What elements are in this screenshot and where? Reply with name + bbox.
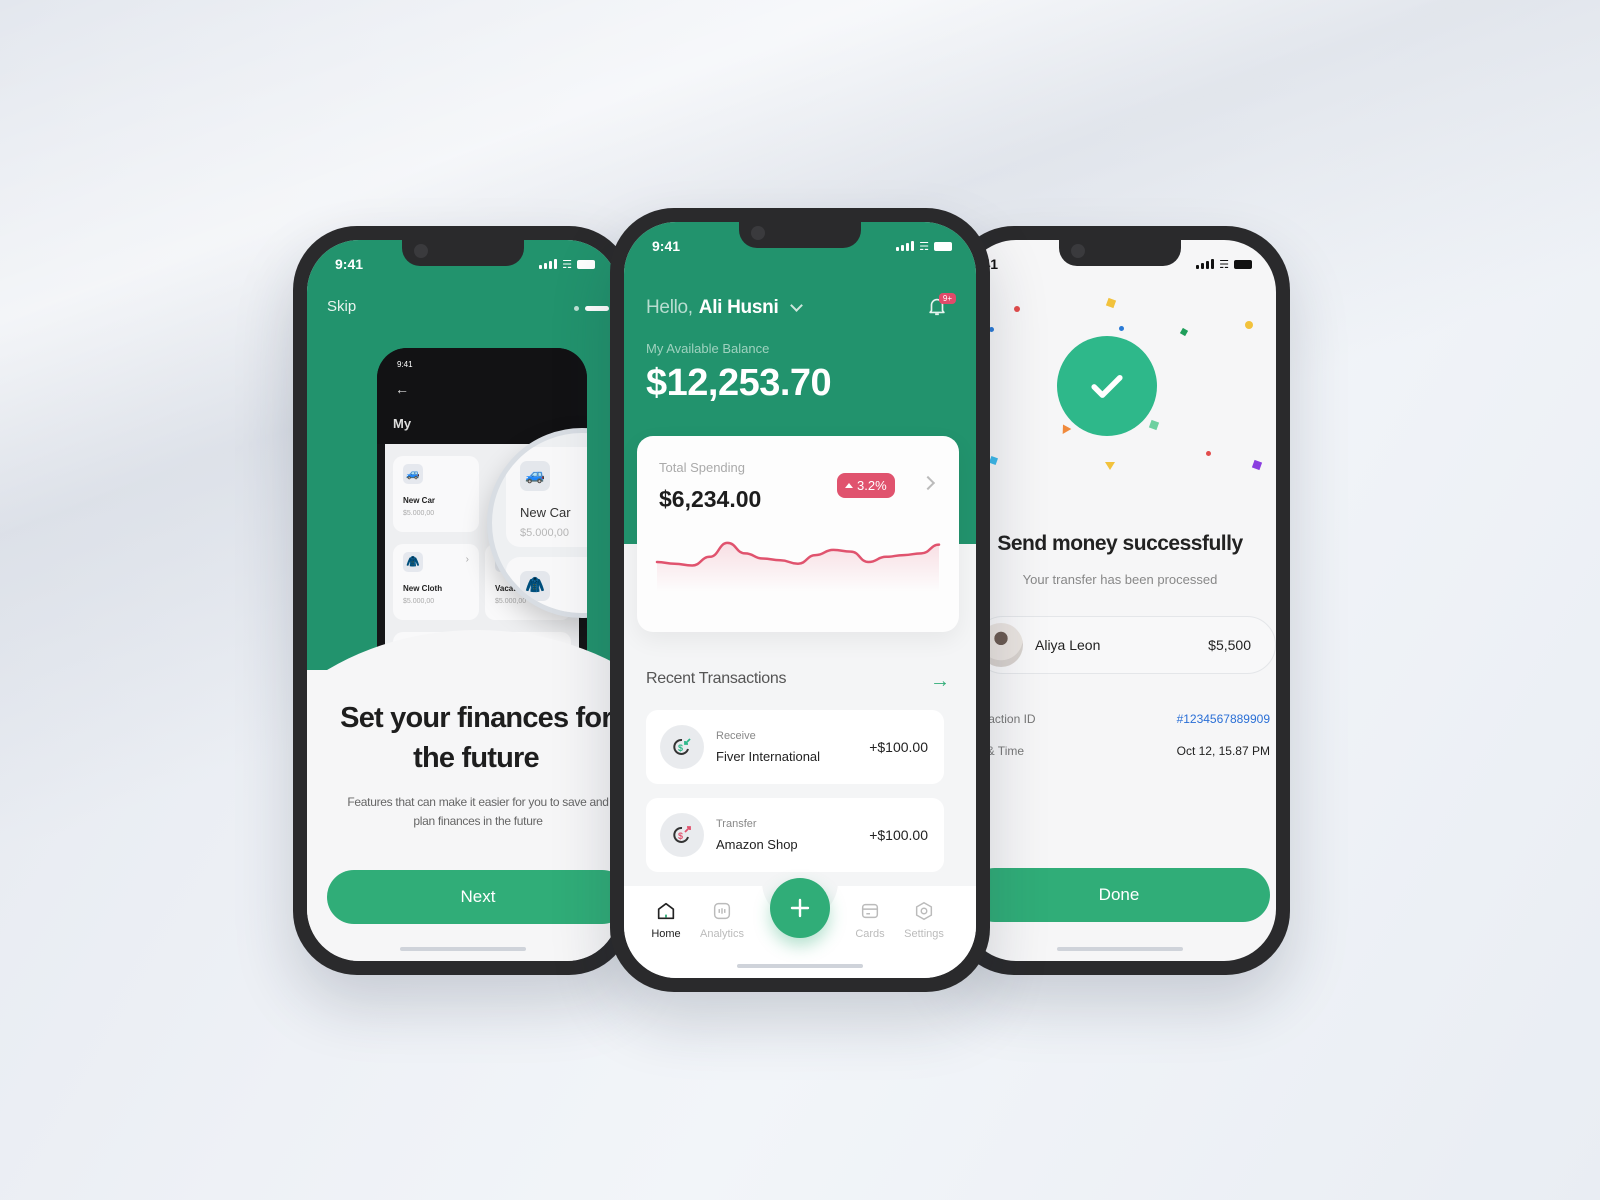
transfer-money-icon: $ [660, 813, 704, 857]
nav-analytics[interactable]: Analytics [692, 900, 752, 940]
next-button[interactable]: Next [327, 870, 619, 924]
arrow-up-icon [845, 483, 853, 488]
transaction-id[interactable]: #1234567889909 [1177, 712, 1270, 726]
signal-icon [1196, 259, 1215, 269]
add-button[interactable] [770, 878, 830, 938]
wifi-icon: ☴ [1219, 258, 1229, 271]
svg-text:$: $ [678, 743, 683, 753]
balance-amount: $12,253.70 [646, 362, 832, 404]
spending-label: Total Spending [659, 460, 746, 475]
skip-button[interactable]: Skip [327, 298, 356, 315]
card-icon [861, 903, 879, 919]
onboarding-screen: 9:41 ☴ Skip 9:41 ← My 🚙 New Car $5.000,00 … [307, 240, 619, 961]
nav-settings[interactable]: Settings [894, 900, 954, 940]
status-icons: ☴ [539, 258, 595, 271]
phone-success: 9:41 ☴ Send money successfully Your tran… [950, 226, 1290, 975]
notification-badge: 9+ [938, 293, 956, 304]
receive-money-icon: $ [660, 725, 704, 769]
date-time: Oct 12, 15.87 PM [1176, 744, 1270, 758]
page-dot [574, 306, 579, 311]
user-selector[interactable]: Hello, Ali Husni [646, 297, 804, 319]
coat-icon: 🧥 [520, 571, 550, 601]
success-screen: 9:41 ☴ Send money successfully Your tran… [964, 240, 1276, 961]
phone-home: 9:41 ☴ Hello, Ali Husni 9+ My Available B… [610, 208, 990, 992]
goal-card-zoomed: 🚙›New Car$5.000,00 [506, 447, 587, 547]
battery-icon [577, 259, 595, 269]
chart-area [657, 542, 939, 592]
battery-icon [934, 241, 952, 251]
wifi-icon: ☴ [919, 240, 929, 253]
goal-card: 🚙 New Car $5.000,00 [393, 456, 479, 532]
chevron-right-icon[interactable] [920, 475, 936, 491]
home-screen: 9:41 ☴ Hello, Ali Husni 9+ My Available B… [624, 222, 976, 978]
coat-icon: 🧥 [403, 552, 423, 572]
onboarding-title: Set your finances for the future [340, 702, 612, 774]
wifi-icon: ☴ [562, 258, 572, 271]
car-icon: 🚙 [520, 461, 550, 491]
spending-amount: $6,234.00 [659, 486, 762, 512]
recipient-name: Aliya Leon [1035, 637, 1101, 653]
status-bar: 9:41 ☴ [335, 254, 595, 274]
transfer-amount: $5,500 [1208, 637, 1251, 653]
analytics-icon [713, 902, 731, 920]
success-title: Send money successfully [997, 532, 1243, 555]
mini-time: 9:41 [397, 360, 413, 369]
status-time: 9:41 [335, 256, 364, 272]
transaction-id-row: Transaction ID #1234567889909 [964, 712, 1270, 726]
chevron-down-icon [790, 299, 804, 312]
onboarding-subtitle: Features that can make it easier for you… [347, 795, 609, 828]
change-badge: 3.2% [837, 473, 895, 498]
success-subtitle: Your transfer has been processed [1022, 572, 1218, 587]
signal-icon [896, 241, 915, 251]
recipient-card: Aliya Leon $5,500 [974, 616, 1276, 674]
balance-label: My Available Balance [646, 341, 770, 356]
date-time-row: Date & Time Oct 12, 15.87 PM [964, 744, 1270, 758]
signal-icon [539, 259, 558, 269]
goal-card: 🧥 › New Cloth $5.000,00 [393, 544, 479, 620]
gear-icon [915, 901, 933, 921]
transaction-item[interactable]: $ Receive Fiver International +$100.00 [646, 710, 944, 784]
page-indicator [574, 306, 609, 311]
status-bar: 9:41 ☴ [652, 236, 952, 256]
nav-home[interactable]: Home [636, 900, 696, 940]
home-indicator [400, 947, 526, 951]
spending-card[interactable]: Total Spending $6,234.00 3.2% [637, 436, 959, 632]
status-bar: 9:41 ☴ [970, 254, 1252, 274]
bottom-navigation: Home Analytics Cards Settings [624, 878, 976, 978]
success-check-icon [1057, 336, 1157, 436]
home-indicator [1057, 947, 1183, 951]
battery-icon [1234, 259, 1252, 269]
see-all-arrow-icon[interactable]: → [930, 670, 950, 693]
transaction-item[interactable]: $ Transfer Amazon Shop +$100.00 [646, 798, 944, 872]
plus-icon [790, 898, 810, 918]
spending-chart [655, 541, 941, 592]
done-button[interactable]: Done [968, 868, 1270, 922]
phone-onboarding: 9:41 ☴ Skip 9:41 ← My 🚙 New Car $5.000,00 … [293, 226, 633, 975]
status-time: 9:41 [652, 238, 681, 254]
back-arrow-icon: ← [395, 381, 409, 397]
home-indicator [737, 964, 863, 968]
nav-cards[interactable]: Cards [840, 900, 900, 940]
car-icon: 🚙 [403, 464, 423, 484]
mini-title: My [393, 416, 412, 431]
svg-text:$: $ [678, 831, 683, 841]
user-name: Ali Husni [698, 297, 779, 318]
recent-transactions-title: Recent Transactions [646, 670, 787, 687]
home-icon [657, 902, 675, 920]
page-dot-active [585, 306, 609, 311]
illustration-phone: 9:41 ← My 🚙 New Car $5.000,00 🧥 › New Cloth $… [377, 348, 587, 678]
